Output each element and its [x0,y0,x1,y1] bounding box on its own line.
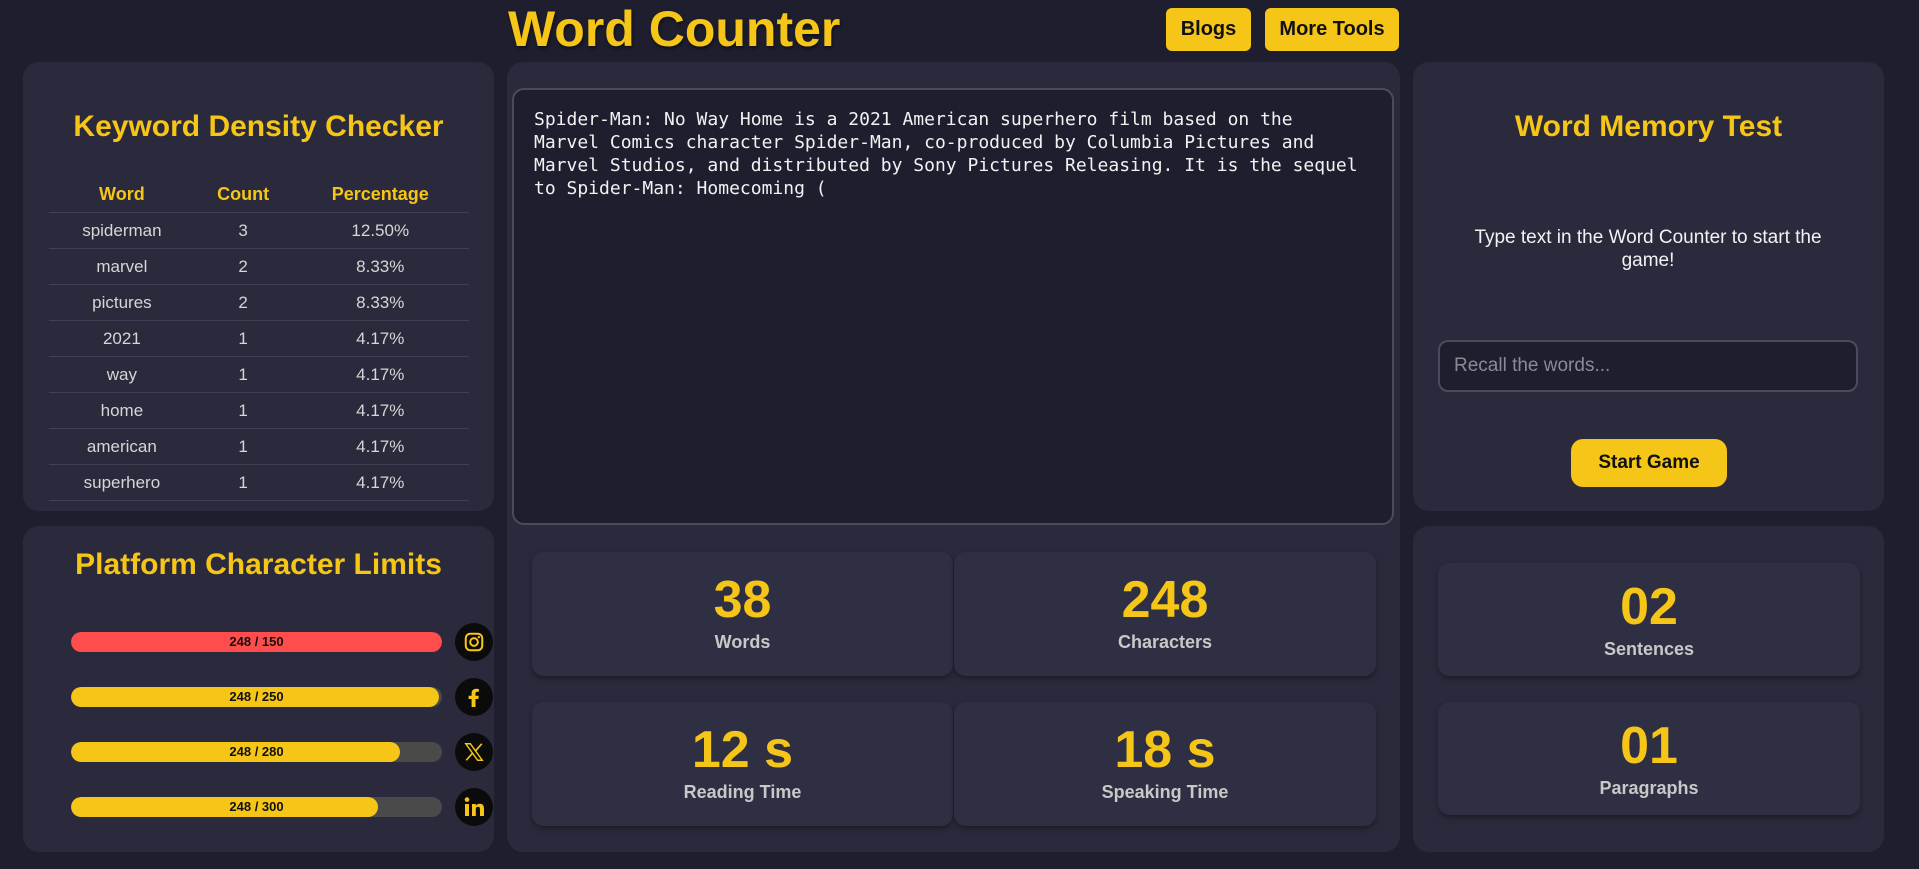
table-cell-percentage: 8.33% [291,248,469,285]
stat-paragraphs-value: 01 [1620,717,1678,775]
table-cell-word: pictures [49,284,195,321]
table-cell-count: 2 [194,248,292,285]
table-row: marvel 2 8.33% [49,248,469,285]
table-row: home 1 4.17% [49,392,469,429]
table-row: way 1 4.17% [49,356,469,393]
table-cell-word: 2021 [49,320,195,357]
text-editor[interactable]: Spider-Man: No Way Home is a 2021 Americ… [512,88,1394,525]
limit-bar-x: 248 / 280 [71,742,442,762]
stat-sentences-value: 02 [1620,578,1678,636]
stat-reading-time-label: Reading Time [683,782,802,802]
table-cell-count: 1 [194,320,292,357]
table-cell-percentage: 4.17% [291,428,469,465]
facebook-icon[interactable] [455,678,493,716]
table-row: superhero 1 4.17% [49,464,469,501]
table-cell-word: american [49,428,195,465]
instagram-icon[interactable] [455,623,493,661]
stat-words-label: Words [714,632,771,652]
limit-bar-text: 248 / 250 [229,689,284,704]
stat-characters: 248 Characters [954,552,1376,676]
table-row: pictures 2 8.33% [49,284,469,321]
stat-characters-label: Characters [1117,632,1213,652]
blogs-button[interactable]: Blogs [1166,8,1251,51]
keyword-density-panel: Keyword Density Checker Word Count Perce… [23,62,494,511]
table-cell-count: 2 [194,284,292,321]
table-cell-count: 3 [194,212,292,249]
stat-characters-value: 248 [1121,571,1209,629]
stat-paragraphs-label: Paragraphs [1599,778,1699,798]
table-cell-count: 1 [194,464,292,501]
table-cell-word: superhero [49,464,195,501]
table-cell-percentage: 12.50% [291,212,469,249]
keyword-density-table: Word Count Percentage spiderman 3 12.50% ma… [49,176,469,501]
table-cell-percentage: 4.17% [291,356,469,393]
column-header-count: Count [217,183,270,204]
table-cell-percentage: 4.17% [291,392,469,429]
limit-bar-text: 248 / 280 [229,744,284,759]
table-cell-percentage: 4.17% [291,320,469,357]
table-row: spiderman 3 12.50% [49,212,469,249]
column-header-percentage: Percentage [331,183,429,204]
page-title: Word Counter [508,1,841,57]
more-tools-button[interactable]: More Tools [1265,8,1399,51]
linkedin-icon[interactable] [455,788,493,826]
stat-reading-time: 12 s Reading Time [532,702,953,826]
start-game-button[interactable]: Start Game [1571,439,1727,487]
limit-bar-text: 248 / 150 [229,634,284,649]
platform-limits-title: Platform Character Limits [75,548,442,581]
recall-words-input[interactable] [1438,340,1858,392]
stat-speaking-time: 18 s Speaking Time [954,702,1376,826]
table-cell-word: home [49,392,195,429]
table-cell-word: marvel [49,248,195,285]
table-cell-word: spiderman [49,212,195,249]
table-row: american 1 4.17% [49,428,469,465]
table-cell-percentage: 4.17% [291,464,469,501]
x-icon[interactable] [455,733,493,771]
table-cell-count: 1 [194,356,292,393]
memory-test-title: Word Memory Test [1514,110,1783,143]
stat-sentences: 02 Sentences [1438,563,1860,676]
table-cell-count: 1 [194,392,292,429]
keyword-density-title: Keyword Density Checker [73,110,444,143]
column-header-word: Word [99,183,145,204]
stat-sentences-label: Sentences [1603,639,1695,659]
table-row: 2021 1 4.17% [49,320,469,357]
stat-reading-time-value: 12 s [691,721,794,779]
table-cell-percentage: 8.33% [291,284,469,321]
stat-speaking-time-label: Speaking Time [1101,782,1229,802]
platform-limits-panel: Platform Character Limits 248 / 150 248 /… [23,526,494,852]
limit-bar-linkedin: 248 / 300 [71,797,442,817]
stat-words-value: 38 [713,571,772,629]
stat-speaking-time-value: 18 s [1114,721,1216,779]
memory-test-message: Type text in the Word Counter to start t… [1474,227,1822,271]
limit-bar-instagram: 248 / 150 [71,632,442,652]
limit-bar-facebook: 248 / 250 [71,687,442,707]
stat-words: 38 Words [532,552,953,676]
table-cell-word: way [49,356,195,393]
stat-paragraphs: 01 Paragraphs [1438,702,1860,815]
table-cell-count: 1 [194,428,292,465]
limit-bar-text: 248 / 300 [229,799,284,814]
